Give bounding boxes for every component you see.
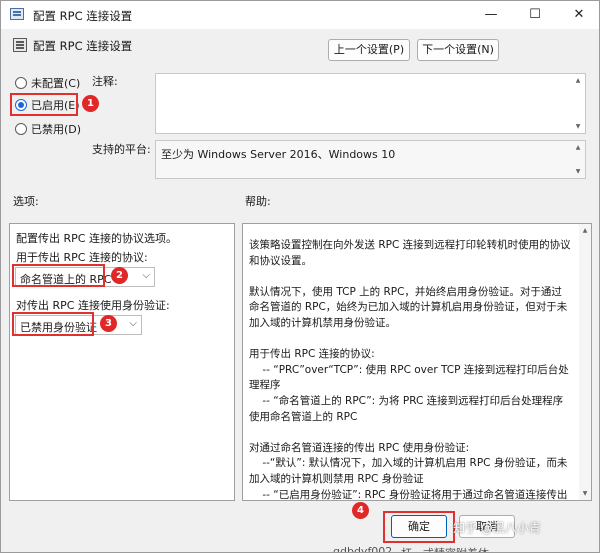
help-text: 该策略设置控制在向外发送 RPC 连接到远程打印轮转机时使用的协议和协议设置。 … (249, 239, 571, 501)
radio-circle[interactable] (15, 77, 27, 89)
comment-textarea[interactable]: ▲ ▼ (155, 73, 586, 134)
title-bar[interactable]: 配置 RPC 连接设置 — ☐ ✕ (1, 1, 599, 29)
setting-title: 配置 RPC 连接设置 (33, 39, 133, 53)
background-text: 杠一式精密附着体 (401, 545, 489, 552)
watermark: 知乎 @黑八小青 (453, 521, 541, 535)
badge-3: 3 (100, 315, 117, 332)
auth-label: 对传出 RPC 连接使用身份验证: (16, 299, 170, 312)
chevron-down-icon: ⌵ (129, 318, 137, 329)
next-setting-button[interactable]: 下一个设置(N) (417, 39, 499, 61)
radio-not-configured[interactable]: 未配置(C) (15, 75, 80, 91)
background-text: gdbdyf002 (333, 545, 393, 553)
platform-label: 支持的平台: (92, 143, 151, 156)
options-description: 配置传出 RPC 连接的协议选项。 (16, 232, 177, 245)
help-panel[interactable]: 该策略设置控制在向外发送 RPC 连接到远程打印轮转机时使用的协议和协议设置。 … (242, 223, 592, 501)
highlight-enabled (10, 93, 78, 116)
highlight-auth (12, 312, 94, 336)
scroll-up-icon[interactable]: ▲ (581, 227, 589, 234)
badge-1: 1 (82, 95, 99, 112)
scroll-down-icon[interactable]: ▼ (581, 490, 589, 497)
minimize-button[interactable]: — (469, 1, 513, 29)
maximize-button[interactable]: ☐ (513, 1, 557, 29)
policy-setting-icon (13, 38, 27, 52)
platform-box: 至少为 Windows Server 2016、Windows 10 ▲ ▼ (155, 140, 586, 179)
scroll-down-icon[interactable]: ▼ (574, 168, 582, 175)
previous-setting-button[interactable]: 上一个设置(P) (328, 39, 410, 61)
close-button[interactable]: ✕ (557, 1, 599, 29)
protocol-label: 用于传出 RPC 连接的协议: (16, 251, 148, 264)
radio-circle[interactable] (15, 123, 27, 135)
scroll-up-icon[interactable]: ▲ (574, 77, 582, 84)
highlight-protocol (12, 264, 105, 287)
radio-label: 已禁用(D) (31, 123, 82, 136)
radio-label: 未配置(C) (31, 77, 81, 90)
badge-4: 4 (352, 502, 369, 519)
options-header: 选项: (13, 195, 39, 208)
platform-value: 至少为 Windows Server 2016、Windows 10 (161, 148, 396, 161)
help-header: 帮助: (245, 195, 271, 208)
highlight-ok (383, 511, 455, 543)
scroll-up-icon[interactable]: ▲ (574, 144, 582, 151)
window-title: 配置 RPC 连接设置 (33, 9, 133, 23)
badge-2: 2 (111, 267, 128, 284)
help-scrollbar[interactable]: ▲ ▼ (579, 224, 591, 500)
comment-label: 注释: (92, 75, 118, 88)
scroll-down-icon[interactable]: ▼ (574, 123, 582, 130)
chevron-down-icon: ⌵ (142, 270, 150, 281)
dialog-window: 配置 RPC 连接设置 — ☐ ✕ 配置 RPC 连接设置 上一个设置(P) 下… (0, 0, 600, 553)
policy-app-icon (10, 8, 24, 20)
radio-disabled[interactable]: 已禁用(D) (15, 121, 81, 137)
